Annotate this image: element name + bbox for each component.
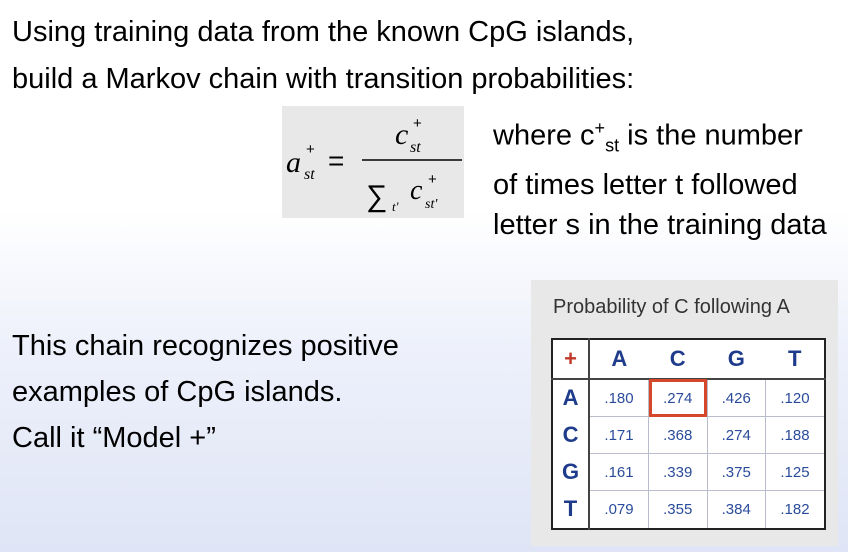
transition-probability-table: + A C G T A .180 .274 .426 .120 C .171 .… <box>551 338 826 530</box>
formula-den-sub: st' <box>425 197 438 212</box>
row-header-g: G <box>552 453 591 491</box>
table-cell: .426 <box>706 378 766 418</box>
formula-lhs-sup: + <box>306 141 315 158</box>
explanation-line-2: of times letter t followed <box>493 169 798 202</box>
model-description-line-2: examples of CpG islands. <box>12 376 343 408</box>
table-corner-plus: + <box>552 339 591 380</box>
row-header-t: T <box>552 490 591 529</box>
table-cell: .161 <box>588 453 650 492</box>
col-header-t: T <box>765 339 825 380</box>
row-header-c: C <box>552 416 591 454</box>
table-cell: .368 <box>648 416 708 455</box>
intro-line-1: Using training data from the known CpG i… <box>12 16 635 48</box>
probability-table-panel: Probability of C following A + A C G T A… <box>531 280 838 546</box>
formula-sum-sub: t' <box>392 199 399 214</box>
table-cell: .182 <box>765 490 826 530</box>
formula-num-base: c <box>395 118 408 151</box>
formula-sum-symbol: ∑ <box>366 180 387 213</box>
table-header-row: + A C G T <box>552 339 825 380</box>
table-cell: .339 <box>648 453 708 492</box>
col-header-a: A <box>589 339 649 380</box>
formula-num-sup: + <box>413 115 422 132</box>
table-cell: .120 <box>765 378 826 418</box>
table-cell: .079 <box>588 490 650 530</box>
table-cell: .188 <box>765 416 826 455</box>
intro-line-2: build a Markov chain with transition pro… <box>12 63 635 95</box>
formula-lhs-base: a <box>286 146 301 179</box>
table-cell: .384 <box>706 490 766 530</box>
highlighted-cell: .274 <box>648 378 708 418</box>
explanation-line-3: letter s in the training data <box>493 209 827 242</box>
model-description-line-3: Call it “Model +” <box>12 422 216 454</box>
formula-den-base: c <box>410 175 423 206</box>
table-row: A .180 .274 .426 .120 <box>552 378 826 418</box>
formula-num-sub: st <box>410 139 421 156</box>
formula-explanation: where c+st is the number of times letter… <box>493 108 827 245</box>
table-cell: .171 <box>588 416 650 455</box>
table-row: T .079 .355 .384 .182 <box>552 490 826 530</box>
model-description: This chain recognizes positive examples … <box>12 323 399 461</box>
transition-probability-formula: a + st = c + st ∑ t' c + st' <box>282 106 464 218</box>
table-cell: .125 <box>765 453 826 492</box>
formula-lhs-sub: st <box>304 166 315 183</box>
row-header-a: A <box>552 378 591 417</box>
probability-table-title: Probability of C following A <box>553 296 790 318</box>
table-row: G .161 .339 .375 .125 <box>552 453 826 492</box>
explanation-line-1: where c+st is the number <box>493 118 803 156</box>
col-header-g: G <box>707 339 766 380</box>
table-cell: .274 <box>706 416 766 455</box>
formula-den-sup: + <box>428 171 437 188</box>
table-row: C .171 .368 .274 .188 <box>552 416 826 455</box>
table-cell: .355 <box>648 490 708 530</box>
col-header-c: C <box>648 339 707 380</box>
formula-equals: = <box>328 145 344 176</box>
model-description-line-1: This chain recognizes positive <box>12 330 399 362</box>
table-cell: .375 <box>706 453 766 492</box>
table-cell: .180 <box>588 378 650 418</box>
